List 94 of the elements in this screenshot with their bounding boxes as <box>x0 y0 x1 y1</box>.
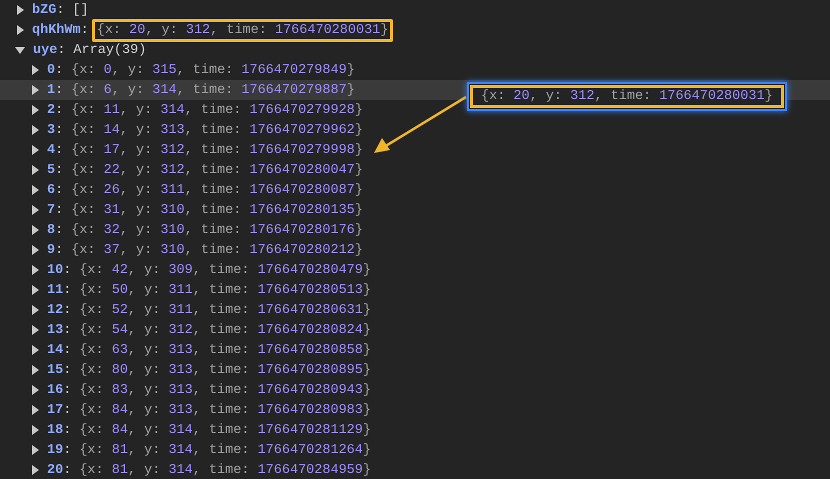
array-item-row[interactable]: 9: {x: 37, y: 310, time: 1766470280212} <box>0 240 830 260</box>
colon: : <box>63 402 72 418</box>
array-item-row[interactable]: 17: {x: 84, y: 313, time: 1766470280983} <box>0 400 830 420</box>
object-value: {x: 42, y: 309, time: 1766470280479} <box>78 262 372 280</box>
index-key: 2 <box>47 102 56 118</box>
array-item-row[interactable]: 10: {x: 42, y: 309, time: 1766470280479} <box>0 260 830 280</box>
index-key: 4 <box>47 142 56 158</box>
array-item-row[interactable]: 6: {x: 26, y: 311, time: 1766470280087} <box>0 180 830 200</box>
object-value: {x: 54, y: 312, time: 1766470280824} <box>78 322 372 340</box>
index-key: 13 <box>47 322 64 338</box>
array-item-row[interactable]: 13: {x: 54, y: 312, time: 1766470280824} <box>0 320 830 340</box>
index-key: 12 <box>47 302 64 318</box>
object-value: {x: 32, y: 310, time: 1766470280176} <box>70 222 364 240</box>
index-key: 3 <box>47 122 56 138</box>
colon: : <box>63 382 72 398</box>
array-item-row[interactable]: 8: {x: 32, y: 310, time: 1766470280176} <box>0 220 830 240</box>
object-value: {x: 84, y: 313, time: 1766470280983} <box>78 402 372 420</box>
index-key: 20 <box>47 462 64 478</box>
object-value: {x: 6, y: 314, time: 1766470279887} <box>70 82 356 100</box>
colon: : <box>55 62 64 78</box>
object-value: {x: 11, y: 314, time: 1766470279928} <box>70 102 364 120</box>
array-item-row[interactable]: 3: {x: 14, y: 313, time: 1766470279962} <box>0 120 830 140</box>
array-item-row[interactable]: 11: {x: 50, y: 311, time: 1766470280513} <box>0 280 830 300</box>
array-item-row[interactable]: 16: {x: 83, y: 313, time: 1766470280943} <box>0 380 830 400</box>
index-key: 19 <box>47 442 64 458</box>
colon: : <box>63 322 72 338</box>
colon: : <box>55 102 64 118</box>
array-item-row[interactable]: 12: {x: 52, y: 311, time: 1766470280631} <box>0 300 830 320</box>
index-key: 11 <box>47 282 64 298</box>
index-key: 15 <box>47 362 64 378</box>
array-item-row[interactable]: 14: {x: 63, y: 313, time: 1766470280858} <box>0 340 830 360</box>
colon: : <box>80 22 89 38</box>
object-value: {x: 31, y: 310, time: 1766470280135} <box>70 202 364 220</box>
colon: : <box>63 422 72 438</box>
array-item-row[interactable]: 15: {x: 80, y: 313, time: 1766470280895} <box>0 360 830 380</box>
index-key: 1 <box>47 82 56 98</box>
colon: : <box>63 462 72 478</box>
colon: : <box>63 262 72 278</box>
index-key: 5 <box>47 162 56 178</box>
colon: : <box>63 282 72 298</box>
highlighted-object-value: {x: 20, y: 312, time: 1766470280031} <box>92 18 394 42</box>
index-key: 14 <box>47 342 64 358</box>
object-value: {x: 84, y: 314, time: 1766470281129} <box>78 422 372 440</box>
index-key: 10 <box>47 262 64 278</box>
object-value: {x: 63, y: 313, time: 1766470280858} <box>78 342 372 360</box>
array-item-row[interactable]: 4: {x: 17, y: 312, time: 1766470279998} <box>0 140 830 160</box>
property-key: bZG <box>32 2 56 18</box>
object-value: {x: 83, y: 313, time: 1766470280943} <box>78 382 372 400</box>
colon: : <box>63 302 72 318</box>
object-value: {x: 52, y: 311, time: 1766470280631} <box>78 302 372 320</box>
colon: : <box>55 122 64 138</box>
colon: : <box>55 182 64 198</box>
object-value: {x: 80, y: 313, time: 1766470280895} <box>78 362 372 380</box>
property-key: uye <box>33 42 58 58</box>
array-item-row[interactable]: 20: {x: 81, y: 314, time: 1766470284959} <box>0 460 830 479</box>
colon: : <box>55 222 64 238</box>
expand-triangle-icon[interactable] <box>17 25 24 35</box>
object-value: {x: 14, y: 313, time: 1766470279962} <box>70 122 364 140</box>
colon: : <box>56 2 64 18</box>
index-key: 17 <box>47 402 64 418</box>
index-key: 0 <box>47 62 56 78</box>
expand-triangle-icon[interactable] <box>17 5 24 15</box>
index-key: 6 <box>47 182 56 198</box>
index-key: 9 <box>47 242 56 258</box>
array-item-row[interactable]: 18: {x: 84, y: 314, time: 1766470281129} <box>0 420 830 440</box>
colon: : <box>63 442 72 458</box>
colon: : <box>63 362 72 378</box>
object-value: {x: 26, y: 311, time: 1766470280087} <box>70 182 364 200</box>
object-value: {x: 0, y: 315, time: 1766470279849} <box>70 62 356 80</box>
index-key: 8 <box>47 222 56 238</box>
index-key: 16 <box>47 382 64 398</box>
object-value: {x: 81, y: 314, time: 1766470281264} <box>78 442 372 460</box>
colon: : <box>57 42 66 58</box>
colon: : <box>55 82 64 98</box>
property-key: qhKhWm <box>32 22 81 38</box>
index-key: 7 <box>47 202 56 218</box>
colon: : <box>55 162 64 178</box>
index-key: 18 <box>47 422 64 438</box>
array-item-row[interactable]: 7: {x: 31, y: 310, time: 1766470280135} <box>0 200 830 220</box>
object-value: {x: 81, y: 314, time: 1766470284959} <box>78 462 372 479</box>
collapse-triangle-icon[interactable] <box>15 46 25 54</box>
array-item-row[interactable]: 19: {x: 81, y: 314, time: 1766470281264} <box>0 440 830 460</box>
callout-value: {x: 20, y: 312, time: 1766470280031} <box>470 85 784 108</box>
colon: : <box>55 142 64 158</box>
array-value: [] <box>71 2 90 20</box>
array-item-row[interactable]: 5: {x: 22, y: 312, time: 1766470280047} <box>0 160 830 180</box>
object-value: {x: 22, y: 312, time: 1766470280047} <box>70 162 364 180</box>
object-value: {x: 50, y: 311, time: 1766470280513} <box>78 282 372 300</box>
colon: : <box>63 342 72 358</box>
colon: : <box>55 242 64 258</box>
array-summary: Array(39) <box>72 42 148 60</box>
object-value: {x: 37, y: 310, time: 1766470280212} <box>70 242 364 260</box>
colon: : <box>55 202 64 218</box>
object-value: {x: 17, y: 312, time: 1766470279998} <box>70 142 364 160</box>
